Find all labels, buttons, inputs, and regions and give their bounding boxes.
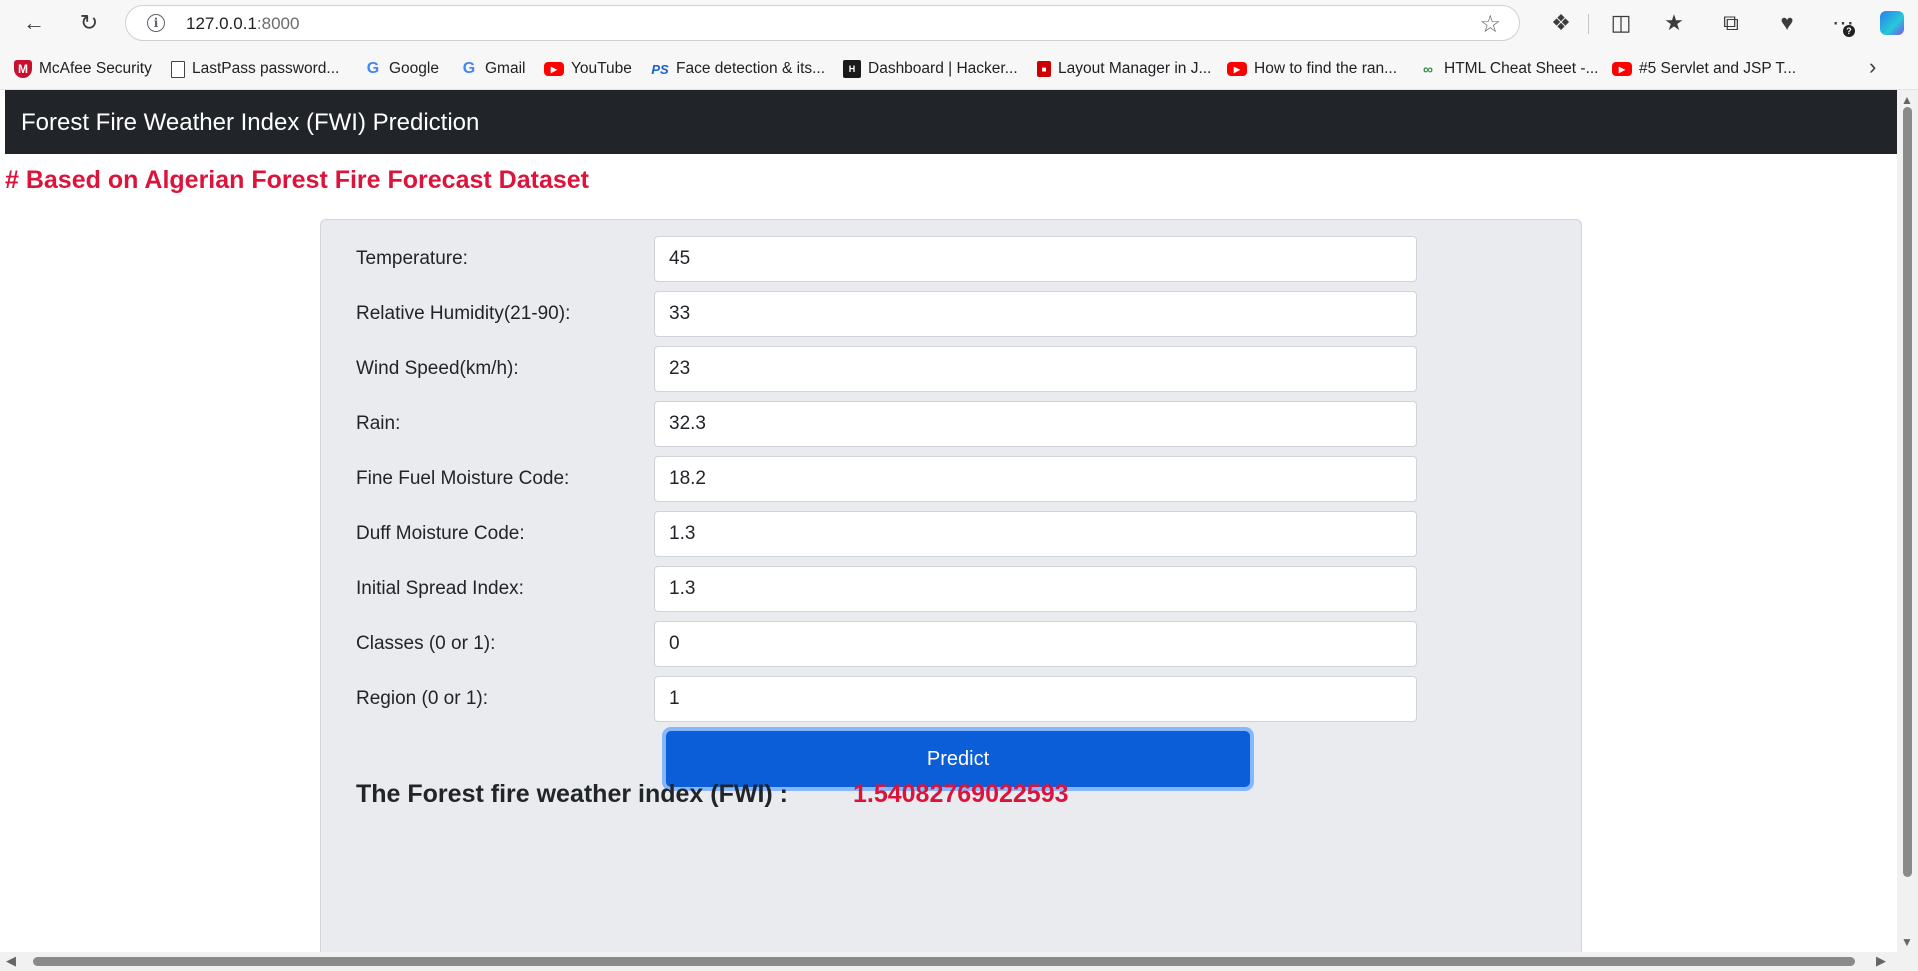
vertical-scroll-thumb[interactable] <box>1903 107 1912 877</box>
bookmark-icon: ■ <box>1037 61 1051 77</box>
prediction-form: Temperature: Relative Humidity(21-90): W… <box>320 219 1582 952</box>
horizontal-scroll-thumb[interactable] <box>33 957 1855 966</box>
rain-label: Rain: <box>356 413 401 434</box>
bookmark-label: Gmail <box>485 60 526 77</box>
page-subtitle: # Based on Algerian Forest Fire Forecast… <box>5 166 589 194</box>
ps-icon: PS <box>651 61 669 77</box>
ffmc-input[interactable] <box>654 456 1417 502</box>
geeksforgeeks-icon: ∞ <box>1423 61 1433 77</box>
ffmc-label: Fine Fuel Moisture Code: <box>356 468 570 489</box>
scroll-down-icon[interactable]: ▼ <box>1901 935 1913 949</box>
youtube-icon: ▶ <box>1227 62 1247 76</box>
page-icon <box>171 60 185 78</box>
vertical-scrollbar[interactable]: ▲ ▼ <box>1897 90 1918 952</box>
result-line: The Forest fire weather index (FWI) : 1.… <box>356 780 1069 809</box>
isi-input[interactable] <box>654 566 1417 612</box>
horizontal-scrollbar[interactable]: ◀ ▶ <box>0 952 1918 971</box>
result-label: The Forest fire weather index (FWI) : <box>356 780 788 808</box>
mcafee-icon: M <box>14 60 32 78</box>
bookmark-layout-manager[interactable]: ■ Layout Manager in J... <box>1037 58 1211 80</box>
split-screen-icon[interactable]: ◫ <box>1604 6 1638 40</box>
bookmark-face-detection[interactable]: PS Face detection & its... <box>651 58 825 80</box>
bookmark-label: Google <box>389 60 439 77</box>
form-row-temperature: Temperature: <box>356 236 1456 282</box>
url-port: :8000 <box>256 14 300 33</box>
refresh-icon[interactable]: ↻ <box>72 6 106 40</box>
bookmark-lastpass[interactable]: LastPass password... <box>171 58 339 80</box>
scroll-up-icon[interactable]: ▲ <box>1901 93 1913 107</box>
rain-input[interactable] <box>654 401 1417 447</box>
wind-speed-input[interactable] <box>654 346 1417 392</box>
dmc-label: Duff Moisture Code: <box>356 523 525 544</box>
classes-input[interactable] <box>654 621 1417 667</box>
wind-speed-label: Wind Speed(km/h): <box>356 358 519 379</box>
youtube-icon: ▶ <box>1612 62 1632 76</box>
url-host: 127.0.0.1 <box>186 14 257 33</box>
bookmark-label: LastPass password... <box>192 60 340 77</box>
form-row-wind-speed: Wind Speed(km/h): <box>356 346 1456 392</box>
form-row-dmc: Duff Moisture Code: <box>356 511 1456 557</box>
predict-button[interactable]: Predict <box>666 731 1250 787</box>
form-row-ffmc: Fine Fuel Moisture Code: <box>356 456 1456 502</box>
back-arrow-icon[interactable]: ← <box>17 6 51 40</box>
scroll-left-icon[interactable]: ◀ <box>6 953 16 969</box>
scroll-right-icon[interactable]: ▶ <box>1876 953 1886 969</box>
navbar: Forest Fire Weather Index (FWI) Predicti… <box>5 90 1897 154</box>
humidity-input[interactable] <box>654 291 1417 337</box>
bookmark-label: McAfee Security <box>39 60 152 77</box>
bookmark-servlet-jsp[interactable]: ▶ #5 Servlet and JSP T... <box>1612 58 1796 80</box>
form-row-region: Region (0 or 1): <box>356 676 1456 722</box>
url-text[interactable]: 127.0.0.1:8000 <box>186 14 299 34</box>
google-icon: G <box>462 60 476 77</box>
hackerrank-icon: H <box>843 60 861 78</box>
page-title: Forest Fire Weather Index (FWI) Predicti… <box>21 109 480 136</box>
bookmark-youtube[interactable]: ▶ YouTube <box>544 58 632 80</box>
bookmark-label: Layout Manager in J... <box>1058 60 1212 77</box>
chevron-right-icon[interactable]: › <box>1869 54 1876 80</box>
form-row-humidity: Relative Humidity(21-90): <box>356 291 1456 337</box>
form-row-rain: Rain: <box>356 401 1456 447</box>
region-input[interactable] <box>654 676 1417 722</box>
address-bar[interactable]: i 127.0.0.1:8000 ☆ <box>125 5 1520 41</box>
youtube-icon: ▶ <box>544 62 564 76</box>
form-row-classes: Classes (0 or 1): <box>356 621 1456 667</box>
google-icon: G <box>366 60 380 77</box>
bookmark-label: Dashboard | Hacker... <box>868 60 1018 77</box>
favorite-star-icon[interactable]: ☆ <box>1479 10 1501 39</box>
form-row-isi: Initial Spread Index: <box>356 566 1456 612</box>
bookmark-mcafee[interactable]: M McAfee Security <box>14 58 152 80</box>
browser-essentials-icon[interactable]: ♥ <box>1770 6 1804 40</box>
page-viewport: Forest Fire Weather Index (FWI) Predicti… <box>5 90 1897 952</box>
favorites-icon[interactable]: ★ <box>1657 6 1691 40</box>
extensions-icon[interactable]: ❖ <box>1544 6 1578 40</box>
bookmark-html-cheat-sheet[interactable]: ∞ HTML Cheat Sheet -... <box>1419 58 1599 80</box>
copilot-icon[interactable] <box>1880 11 1904 35</box>
temperature-label: Temperature: <box>356 248 468 269</box>
humidity-label: Relative Humidity(21-90): <box>356 303 571 324</box>
more-menu-icon[interactable]: ⋯ <box>1826 6 1860 40</box>
browser-toolbar: ← ↻ i 127.0.0.1:8000 ☆ ❖ ◫ ★ ⧉ ♥ ⋯ ? <box>0 0 1918 46</box>
bookmark-label: #5 Servlet and JSP T... <box>1639 60 1797 77</box>
bookmark-hackerrank[interactable]: H Dashboard | Hacker... <box>843 58 1018 80</box>
bookmark-label: Face detection & its... <box>676 60 826 77</box>
bookmark-label: YouTube <box>571 60 632 77</box>
site-info-icon[interactable]: i <box>147 14 165 32</box>
bookmark-google[interactable]: G Google <box>364 58 439 80</box>
classes-label: Classes (0 or 1): <box>356 633 496 654</box>
bookmark-label: How to find the ran... <box>1254 60 1398 77</box>
result-value: 1.54082769022593 <box>853 780 1069 808</box>
isi-label: Initial Spread Index: <box>356 578 524 599</box>
toolbar-divider <box>1588 14 1589 34</box>
dmc-input[interactable] <box>654 511 1417 557</box>
collections-icon[interactable]: ⧉ <box>1714 6 1748 40</box>
notification-badge-icon: ? <box>1843 25 1855 37</box>
region-label: Region (0 or 1): <box>356 688 489 709</box>
bookmark-how-to-find[interactable]: ▶ How to find the ran... <box>1227 58 1397 80</box>
bookmarks-bar: M McAfee Security LastPass password... GG… <box>0 46 1918 90</box>
bookmark-gmail[interactable]: G Gmail <box>460 58 526 80</box>
temperature-input[interactable] <box>654 236 1417 282</box>
bookmark-label: HTML Cheat Sheet -... <box>1444 60 1599 77</box>
